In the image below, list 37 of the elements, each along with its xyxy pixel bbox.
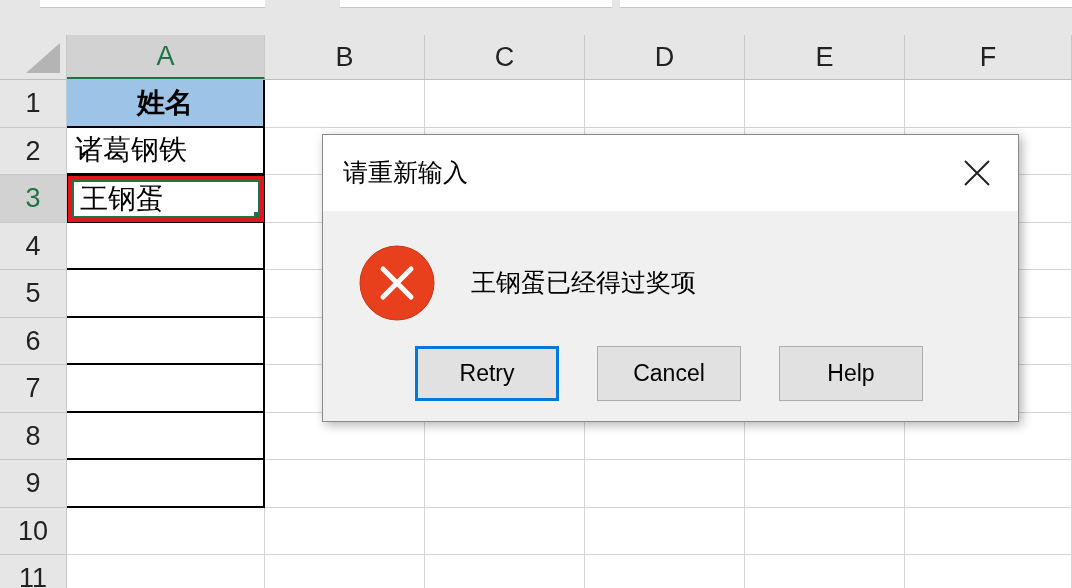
spreadsheet-cell[interactable] <box>67 365 265 413</box>
column-header[interactable]: E <box>745 35 905 79</box>
fill-handle[interactable] <box>254 211 260 218</box>
spreadsheet-cell[interactable] <box>67 460 265 508</box>
column-header[interactable]: B <box>265 35 425 79</box>
row-header[interactable]: 1 <box>0 80 67 128</box>
row-header[interactable]: 9 <box>0 460 67 508</box>
row-header[interactable]: 6 <box>0 317 67 365</box>
row-header[interactable]: 5 <box>0 270 67 318</box>
spreadsheet-cell[interactable] <box>67 222 265 270</box>
spreadsheet-cell[interactable]: 诸葛钢铁 <box>67 127 265 175</box>
row-header[interactable]: 8 <box>0 412 67 460</box>
dialog-button[interactable]: Retry <box>415 346 559 401</box>
column-header[interactable]: F <box>905 35 1072 79</box>
column-header[interactable]: A <box>67 35 265 79</box>
row-header[interactable]: 11 <box>0 555 67 588</box>
dialog-button[interactable]: Help <box>779 346 923 401</box>
error-icon <box>359 245 435 321</box>
spreadsheet-cell[interactable] <box>67 412 265 460</box>
column-heading: 姓名 <box>135 88 194 117</box>
cell-text: 王钢蛋 <box>79 184 164 213</box>
error-message: 王钢蛋已经得过奖项 <box>471 267 696 299</box>
dialog-title: 请重新输入 <box>343 157 468 189</box>
spreadsheet-cell[interactable]: 王钢蛋 <box>67 175 265 223</box>
row-header[interactable]: 7 <box>0 365 67 413</box>
row-header[interactable]: 4 <box>0 222 67 270</box>
column-header[interactable]: D <box>585 35 745 79</box>
row-header[interactable]: 2 <box>0 127 67 175</box>
cell-text: 诸葛钢铁 <box>74 136 187 165</box>
column-header[interactable]: C <box>425 35 585 79</box>
row-header[interactable]: 3 <box>0 175 67 223</box>
spreadsheet-cell[interactable] <box>67 270 265 318</box>
row-header[interactable]: 10 <box>0 507 67 555</box>
spreadsheet-cell[interactable]: 姓名 <box>67 80 265 128</box>
close-icon[interactable] <box>964 160 990 186</box>
spreadsheet-cell[interactable] <box>67 317 265 365</box>
dialog-button[interactable]: Cancel <box>597 346 741 401</box>
